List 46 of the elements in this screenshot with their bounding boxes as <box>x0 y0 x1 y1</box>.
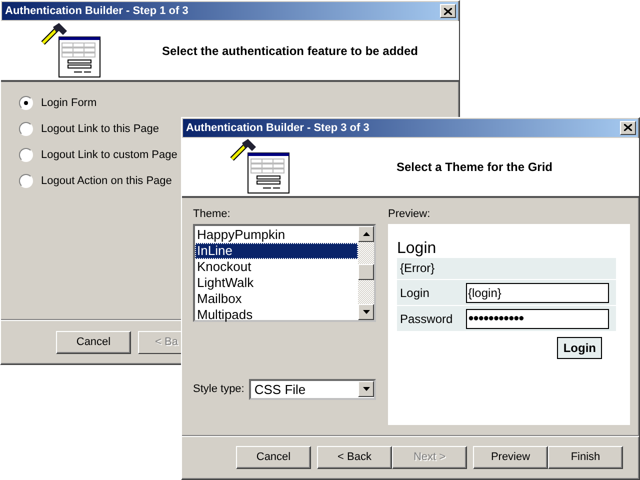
theme-item[interactable]: Multipads <box>195 306 358 323</box>
password-field[interactable]: ●●●●●●●●●●● <box>466 308 609 329</box>
field-label: Login <box>400 286 430 300</box>
radio-button[interactable] <box>19 96 33 110</box>
preview-label: Preview: <box>388 208 432 220</box>
radio-button[interactable] <box>19 122 33 136</box>
option-label: Logout Link to this Page <box>41 123 160 135</box>
option-label: Logout Link to custom Page <box>41 149 178 161</box>
window-title: Authentication Builder - Step 1 of 3 <box>5 5 188 17</box>
login-button[interactable]: Login <box>557 336 602 359</box>
error-text: {Error} <box>400 261 435 276</box>
field-label: Password <box>400 312 454 326</box>
wizard-button[interactable]: Preview <box>473 446 548 469</box>
theme-item[interactable]: InLine <box>195 242 358 259</box>
radio-button[interactable] <box>19 148 33 162</box>
option-label: Logout Action on this Page <box>41 175 172 187</box>
radio-button[interactable] <box>19 174 33 188</box>
theme-list[interactable]: HappyPumpkin InLine Knockout LightWalk Mailbox Multipads <box>193 224 376 322</box>
close-icon <box>624 124 632 132</box>
login-heading: Login <box>397 240 438 258</box>
theme-item[interactable]: Mailbox <box>195 290 358 307</box>
style-type-dropdown[interactable]: CSS File <box>249 378 376 400</box>
scroll-up-button[interactable] <box>358 226 374 242</box>
theme-item[interactable]: LightWalk <box>195 274 358 291</box>
window-title: Authentication Builder - Step 3 of 3 <box>186 122 370 134</box>
step-heading: Select the authentication feature to be added <box>160 44 420 58</box>
theme-label: Theme: <box>193 208 232 220</box>
scrollbar[interactable] <box>358 226 374 320</box>
down-arrow-icon <box>362 387 370 392</box>
up-arrow-icon <box>362 232 370 236</box>
wizard-button[interactable]: Cancel <box>236 446 311 469</box>
close-button[interactable] <box>620 120 636 135</box>
scroll-thumb[interactable] <box>358 264 374 280</box>
close-icon <box>444 8 452 14</box>
theme-item[interactable]: Knockout <box>195 258 358 275</box>
step-heading: Select a Theme for the Grid <box>395 160 554 174</box>
option-label: Login Form <box>41 97 97 109</box>
style-type-label: Style type: <box>193 383 244 396</box>
theme-item[interactable]: HappyPumpkin <box>195 226 358 243</box>
wizard-button[interactable]: Finish <box>548 446 623 469</box>
scroll-down-button[interactable] <box>358 304 374 320</box>
wizard-button[interactable]: < Back <box>317 446 392 469</box>
wizard-button[interactable]: Cancel <box>56 330 131 354</box>
login-field[interactable]: {login} <box>466 282 609 303</box>
close-button[interactable] <box>440 4 456 18</box>
down-arrow-icon <box>362 310 370 314</box>
